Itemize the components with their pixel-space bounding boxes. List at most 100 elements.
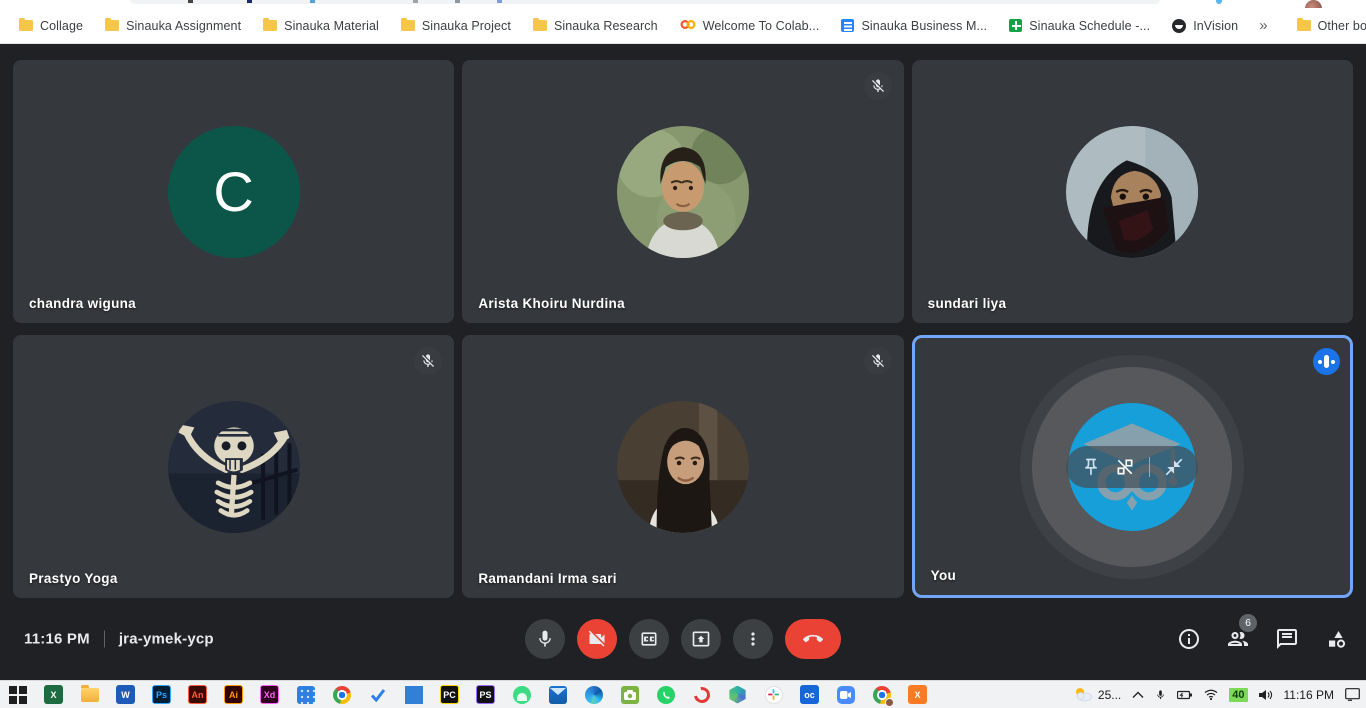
grid-off-icon[interactable] [1115, 457, 1135, 477]
other-bookmarks-button[interactable]: Other bookmarks [1286, 12, 1366, 40]
mic-off-badge [864, 72, 892, 100]
tray-expand-chevron[interactable] [1132, 691, 1144, 699]
photoshop-icon[interactable]: Ps [152, 685, 171, 704]
participants-button[interactable]: 6 [1226, 627, 1250, 651]
avatar [1066, 126, 1198, 258]
tray-clock[interactable]: 11:16 PM [1284, 688, 1334, 702]
wifi-icon [1204, 689, 1218, 700]
ui-fragment [188, 0, 193, 3]
present-icon [691, 629, 711, 649]
tray-mic[interactable] [1155, 688, 1166, 702]
video-tile-ramandani-irma-sari[interactable]: Ramandani Irma sari [462, 335, 903, 598]
omnibox-fragment [130, 0, 1160, 4]
weather-widget[interactable]: 25... [1073, 687, 1121, 702]
screen-recorder-icon[interactable] [620, 685, 639, 704]
info-icon [1177, 627, 1201, 651]
mail-icon[interactable] [548, 685, 567, 704]
video-tile-sundari-liya[interactable]: sundari liya [912, 60, 1353, 323]
adobe-xd-icon[interactable]: Xd [260, 685, 279, 704]
video-tile-you[interactable]: You [912, 335, 1353, 598]
tray-volume[interactable] [1259, 689, 1273, 701]
swirl-app-icon[interactable] [692, 685, 711, 704]
bookmark-invision[interactable]: InVision [1161, 12, 1249, 40]
xampp-icon[interactable]: X [908, 685, 927, 704]
tray-wifi[interactable] [1204, 689, 1218, 700]
meet-stage: C chandra wiguna [0, 44, 1366, 680]
slack-icon[interactable] [764, 685, 783, 704]
folder-icon [263, 20, 277, 31]
action-center-button[interactable] [1345, 688, 1360, 701]
phpstorm-glyph: PS [479, 690, 491, 700]
chrome-profile-icon[interactable] [872, 685, 891, 704]
bookmark-sinauka-project[interactable]: Sinauka Project [390, 12, 522, 40]
hang-up-button[interactable] [785, 619, 841, 659]
bookmark-label: Sinauka Business M... [861, 19, 987, 33]
bookmark-sinauka-material[interactable]: Sinauka Material [252, 12, 390, 40]
bookmarks-overflow-chevron[interactable]: » [1249, 17, 1277, 34]
minimize-icon[interactable] [1164, 457, 1184, 477]
battery-percent-badge[interactable]: 40 [1229, 688, 1247, 702]
photo-avatar [168, 401, 300, 533]
illustrator-icon[interactable]: Ai [224, 685, 243, 704]
video-tile-arista-khoiru-nurdina[interactable]: Arista Khoiru Nurdina [462, 60, 903, 323]
bookmark-sinauka-schedule[interactable]: Sinauka Schedule -... [998, 12, 1161, 40]
meeting-details-button[interactable] [1177, 627, 1201, 651]
todo-check-icon[interactable] [368, 685, 387, 704]
chrome-icon[interactable] [332, 685, 351, 704]
chat-button[interactable] [1275, 627, 1299, 651]
hexagon-app-icon[interactable] [728, 685, 747, 704]
bookmark-label: Sinauka Material [284, 19, 379, 33]
tray-battery[interactable] [1177, 690, 1193, 700]
bookmark-label: InVision [1193, 19, 1238, 33]
screen: Collage Sinauka Assignment Sinauka Mater… [0, 0, 1366, 708]
excel-icon[interactable]: X [44, 685, 63, 704]
speaker-icon [1259, 689, 1273, 701]
bookmarks-bar: Collage Sinauka Assignment Sinauka Mater… [0, 8, 1366, 44]
phpstorm-icon[interactable]: PS [476, 685, 495, 704]
bookmark-label: Sinauka Assignment [126, 19, 241, 33]
android-app-icon[interactable] [512, 685, 531, 704]
dots-app-icon[interactable] [296, 685, 315, 704]
participant-name: chandra wiguna [29, 296, 136, 311]
edge-logo-icon [585, 686, 603, 704]
edge-icon[interactable] [584, 685, 603, 704]
video-tile-prastyo-yoga[interactable]: Prastyo Yoga [13, 335, 454, 598]
animate-icon[interactable]: An [188, 685, 207, 704]
pin-icon[interactable] [1081, 457, 1101, 477]
extension-icon-fragment [1216, 0, 1222, 4]
folder-icon [105, 20, 119, 31]
bookmark-welcome-to-colab[interactable]: Welcome To Colab... [669, 12, 831, 40]
bookmark-sinauka-assignment[interactable]: Sinauka Assignment [94, 12, 252, 40]
whatsapp-icon[interactable] [656, 685, 675, 704]
more-options-button[interactable] [733, 619, 773, 659]
photo-avatar [1066, 126, 1198, 258]
bookmark-sinauka-business[interactable]: Sinauka Business M... [830, 12, 998, 40]
mic-off-icon [870, 78, 886, 94]
participant-name: You [931, 568, 956, 583]
browser-top-edge [0, 0, 1366, 8]
camera-off-button[interactable] [577, 619, 617, 659]
start-button[interactable] [8, 685, 27, 704]
pycharm-icon[interactable]: PC [440, 685, 459, 704]
word-icon[interactable]: W [116, 685, 135, 704]
video-tile-chandra-wiguna[interactable]: C chandra wiguna [13, 60, 454, 323]
captions-icon [639, 629, 659, 649]
mic-off-icon [870, 353, 886, 369]
activities-button[interactable] [1324, 627, 1348, 651]
bookmark-collage[interactable]: Collage [8, 12, 94, 40]
mic-button[interactable] [525, 619, 565, 659]
illustrator-glyph: Ai [229, 690, 238, 700]
activities-icon [1324, 627, 1348, 651]
file-explorer-icon[interactable] [80, 685, 99, 704]
action-center-icon [1345, 688, 1360, 701]
present-button[interactable] [681, 619, 721, 659]
battery-icon [1177, 690, 1193, 700]
bookmark-sinauka-research[interactable]: Sinauka Research [522, 12, 669, 40]
ocam-icon[interactable]: oc [800, 685, 819, 704]
meeting-details[interactable]: 11:16 PM jra-ymek-ycp [24, 631, 214, 648]
photoshop-glyph: Ps [156, 690, 167, 700]
docs-icon [841, 19, 854, 32]
zoom-app-icon[interactable] [836, 685, 855, 704]
captions-button[interactable] [629, 619, 669, 659]
vscode-icon[interactable] [404, 685, 423, 704]
